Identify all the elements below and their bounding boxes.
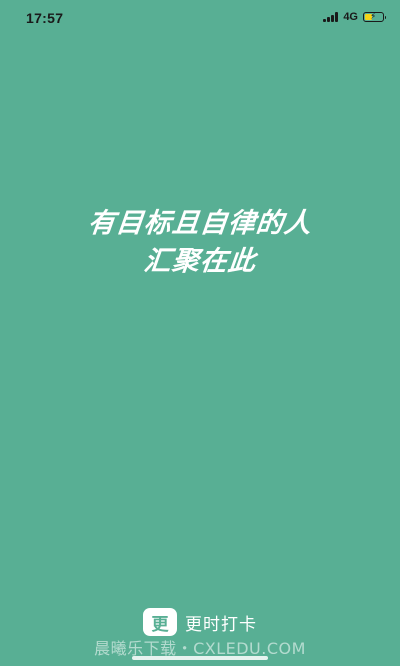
slogan-line-2: 汇聚在此 — [142, 246, 258, 277]
status-time: 17:57 — [26, 10, 64, 26]
brand: 更 更时打卡 — [0, 608, 400, 636]
charging-bolt-icon: ⚡ — [370, 12, 377, 22]
app-logo-icon: 更 — [143, 608, 177, 636]
status-indicators: 4G ⚡ — [323, 11, 386, 23]
app-name: 更时打卡 — [185, 614, 257, 635]
battery-icon: ⚡ — [363, 12, 386, 22]
network-type: 4G — [343, 11, 358, 23]
home-indicator[interactable] — [132, 656, 268, 660]
signal-strength-icon — [323, 12, 339, 22]
slogan: 有目标且自律的人 汇聚在此 — [0, 205, 400, 281]
status-bar: 17:57 4G ⚡ — [0, 0, 400, 36]
slogan-line-1: 有目标且自律的人 — [86, 208, 314, 239]
